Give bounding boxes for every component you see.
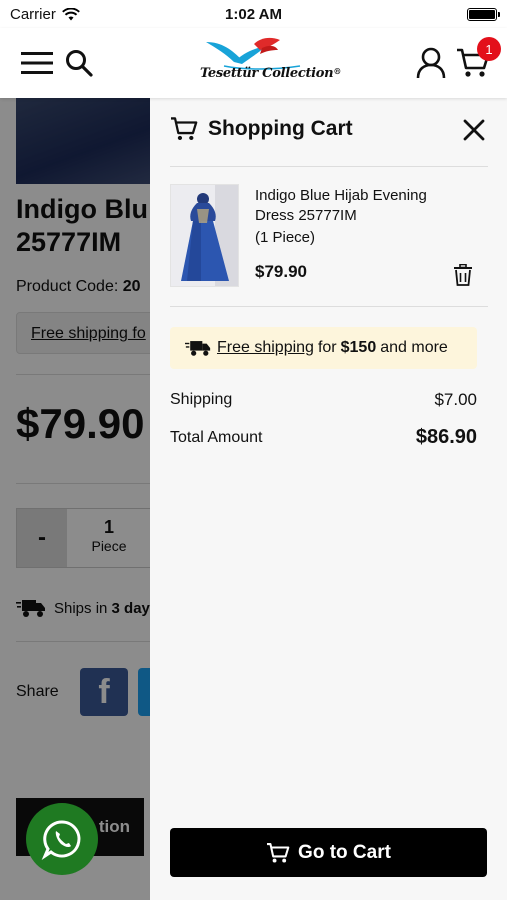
free-shipping-link[interactable]: Free shipping <box>217 339 314 357</box>
divider <box>170 166 488 167</box>
shipping-value: $7.00 <box>434 390 477 409</box>
promo-text-post: and more <box>380 339 448 356</box>
remove-item-button[interactable] <box>453 263 473 286</box>
cart-item-quantity: (1 Piece) <box>255 229 316 246</box>
wifi-icon <box>61 7 80 20</box>
menu-button[interactable] <box>20 48 54 78</box>
trash-icon <box>454 263 472 286</box>
whatsapp-button[interactable] <box>26 803 98 875</box>
logo-mark-icon <box>206 37 301 70</box>
free-shipping-promo: Free shipping for $150 and more <box>170 327 477 369</box>
clock: 1:02 AM <box>225 5 282 23</box>
battery-icon <box>467 7 500 21</box>
shipping-row: Shipping $7.00 <box>170 390 477 410</box>
total-value: $86.90 <box>415 426 477 448</box>
cart-item-price: $79.90 <box>255 262 307 281</box>
cart-item-image[interactable] <box>170 184 239 287</box>
cart-icon <box>267 842 290 862</box>
promo-amount: $150 <box>340 339 377 356</box>
go-to-cart-button[interactable]: Go to Cart <box>170 828 487 877</box>
cart-icon <box>171 117 198 141</box>
dress-thumbnail <box>171 185 238 286</box>
shopping-cart-panel: Shopping Cart Indigo Blue Hijab Evening … <box>150 98 507 900</box>
cart-header: Shopping Cart <box>170 116 488 142</box>
search-button[interactable] <box>64 48 94 78</box>
carrier-label: Carrier <box>10 5 56 23</box>
total-label: Total Amount <box>170 428 263 446</box>
user-icon <box>416 47 446 79</box>
close-button[interactable] <box>460 116 488 144</box>
account-button[interactable] <box>414 46 448 80</box>
cart-item-name[interactable]: Indigo Blue Hijab Evening Dress 25777IM <box>255 186 455 226</box>
total-row: Total Amount $86.90 <box>170 426 477 449</box>
brand-logo[interactable]: Tesettür Collection® <box>196 36 341 90</box>
truck-icon <box>185 341 211 356</box>
go-to-cart-label: Go to Cart <box>298 841 391 863</box>
status-bar: Carrier 1:02 AM <box>0 0 507 28</box>
whatsapp-icon <box>41 820 81 860</box>
cart-title: Shopping Cart <box>208 117 353 140</box>
search-icon <box>66 50 93 77</box>
logo-text: Tesettür Collection® <box>200 66 342 81</box>
promo-text-pre: for <box>317 339 337 356</box>
menu-icon <box>21 52 53 74</box>
cart-count-badge: 1 <box>477 37 501 61</box>
close-icon <box>463 119 485 141</box>
divider <box>170 306 488 307</box>
app-header: Tesettür Collection® <box>0 28 507 98</box>
shipping-label: Shipping <box>170 391 233 408</box>
